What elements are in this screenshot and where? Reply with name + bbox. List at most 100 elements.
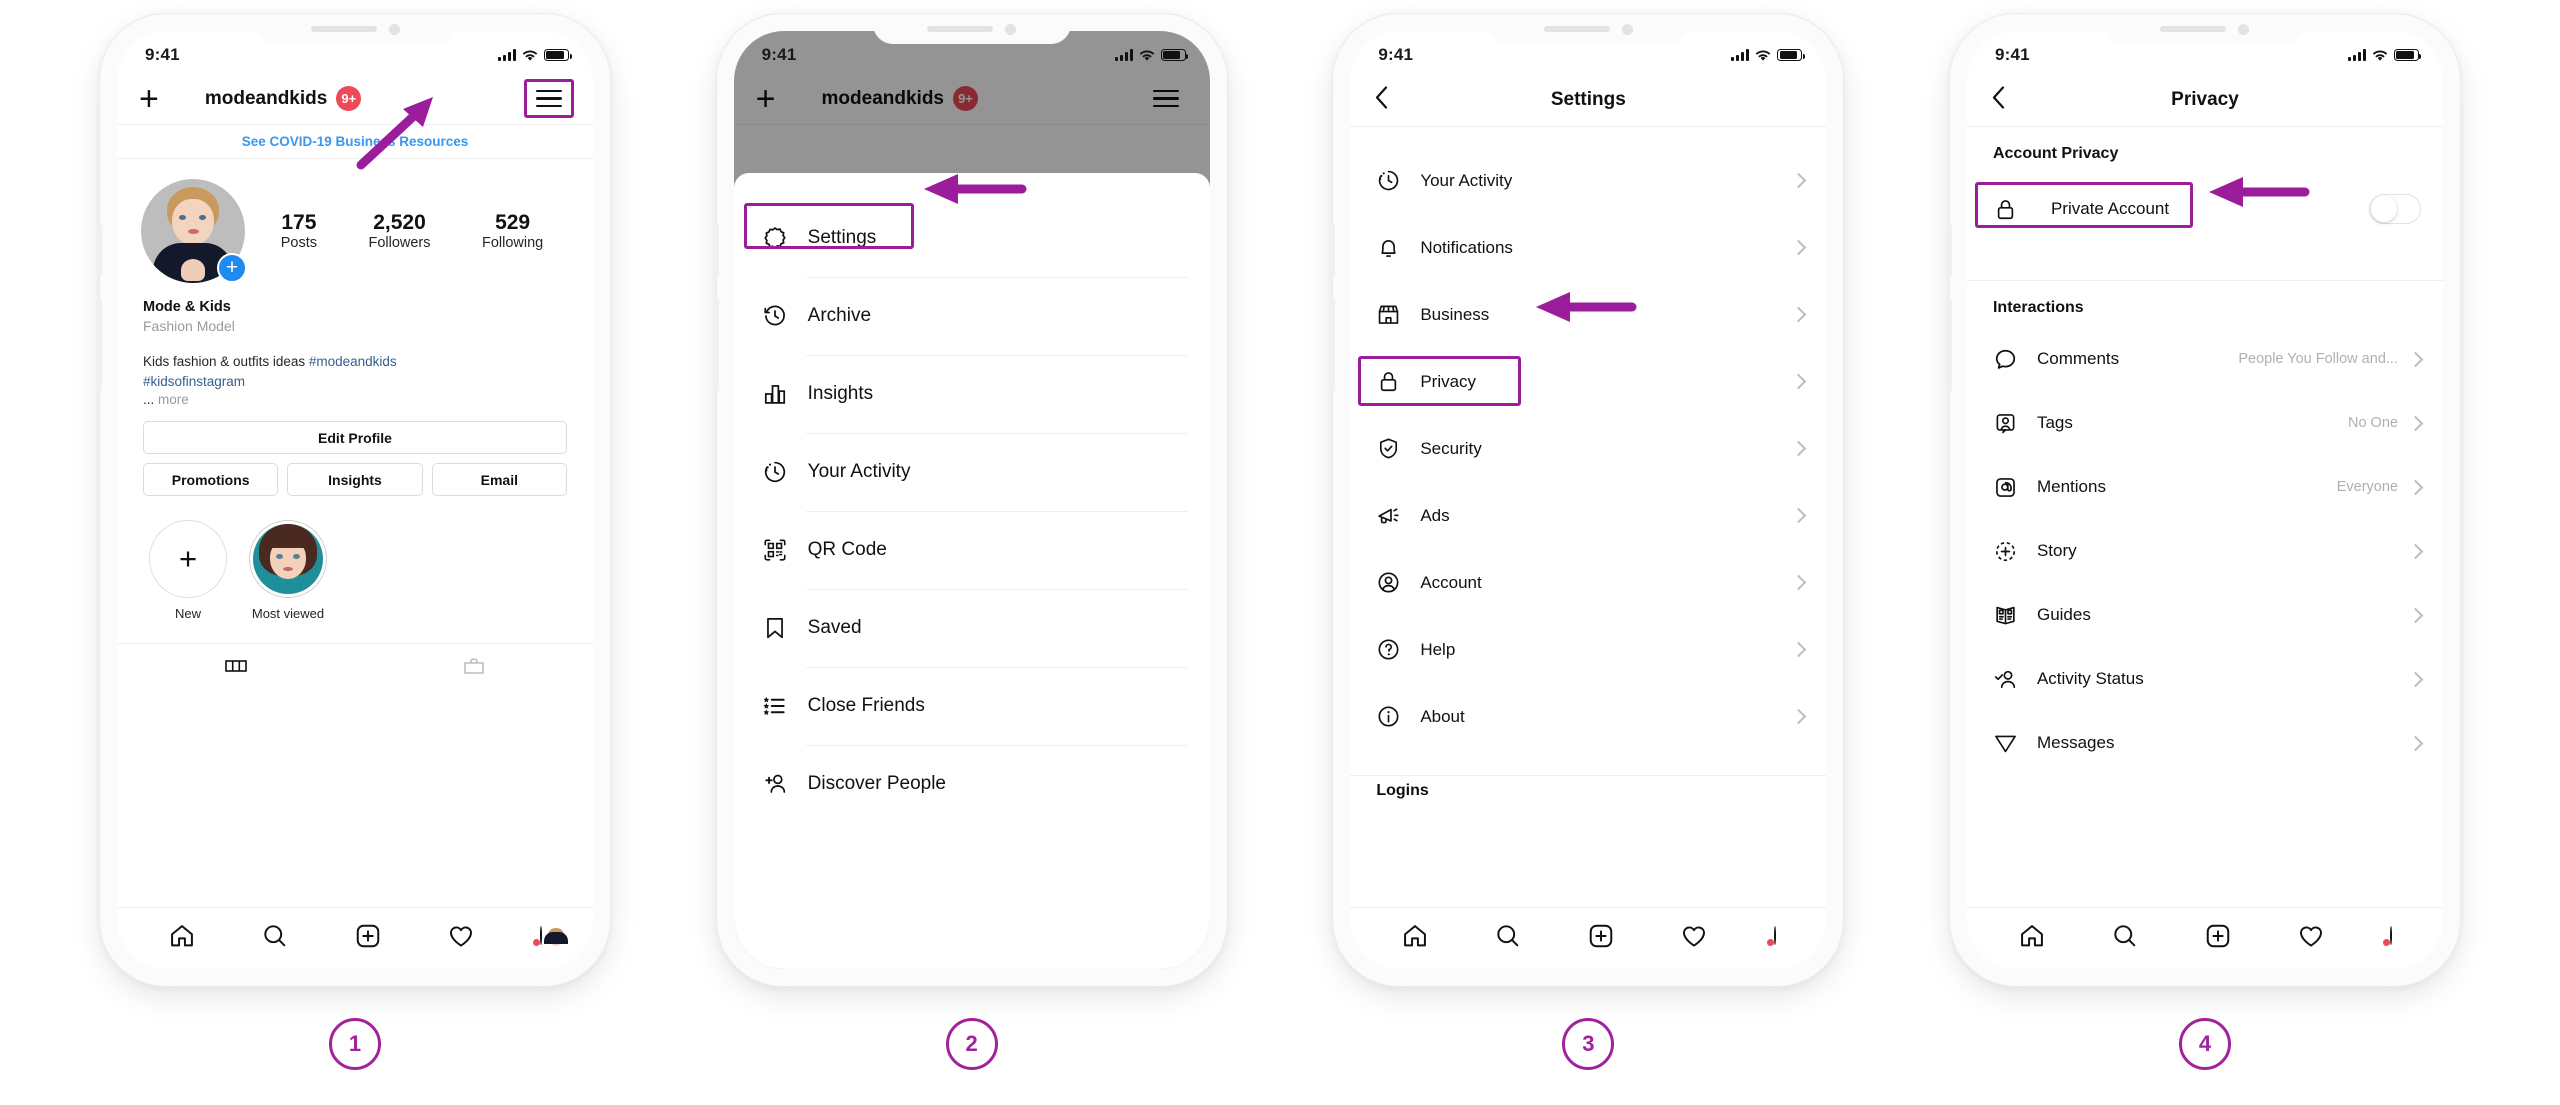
privacy-row-guides[interactable]: Guides xyxy=(1967,583,2443,647)
chevron-right-icon xyxy=(1791,708,1807,725)
shield-check-icon xyxy=(1376,436,1420,461)
add-post-icon[interactable] xyxy=(2204,922,2232,950)
menu-item-discover-people[interactable]: Discover People xyxy=(734,745,1210,823)
settings-row-ads[interactable]: Ads xyxy=(1350,482,1826,549)
lock-icon xyxy=(1376,369,1420,394)
settings-row-your-activity[interactable]: Your Activity xyxy=(1350,147,1826,214)
settings-row-label: Business xyxy=(1420,304,1490,324)
privacy-row-private-account[interactable]: Private Account xyxy=(1967,173,2443,245)
edit-profile-button[interactable]: Edit Profile xyxy=(143,421,567,455)
privacy-row-story[interactable]: Story xyxy=(1967,519,2443,583)
activity-heart-icon[interactable] xyxy=(447,922,475,950)
highlight-most-viewed[interactable]: Most viewed xyxy=(249,520,327,621)
add-post-header-icon[interactable]: + xyxy=(139,82,159,116)
status-time: 9:41 xyxy=(145,45,180,64)
stat-following[interactable]: 529 Following xyxy=(482,211,543,251)
covid-banner[interactable]: See COVID-19 Business Resources xyxy=(117,125,593,159)
email-button[interactable]: Email xyxy=(431,463,567,497)
tagged-tab-icon[interactable] xyxy=(462,654,486,678)
menu-item-archive[interactable]: Archive xyxy=(734,277,1210,355)
profile-nav-item[interactable] xyxy=(1766,925,1776,946)
bell-icon xyxy=(1376,235,1420,260)
status-time: 9:41 xyxy=(1994,45,2030,64)
privacy-nav-header: Privacy xyxy=(1966,73,2443,127)
back-button[interactable] xyxy=(1989,84,2009,115)
stat-posts[interactable]: 175 Posts xyxy=(281,211,317,251)
step-badge-2: 2 xyxy=(945,1018,998,1070)
privacy-row-messages[interactable]: Messages xyxy=(1967,711,2443,775)
add-post-icon[interactable] xyxy=(1587,922,1615,950)
menu-item-label: Discover People xyxy=(807,773,946,794)
search-icon[interactable] xyxy=(261,922,289,950)
privacy-row-activity-status[interactable]: Activity Status xyxy=(1967,647,2443,711)
activity-clock-icon xyxy=(762,459,808,485)
bottom-navigation-bar-3 xyxy=(1350,907,1827,969)
highlight-new[interactable]: + New xyxy=(149,520,227,621)
stat-posts-label: Posts xyxy=(280,235,317,252)
activity-heart-icon[interactable] xyxy=(2297,922,2325,950)
privacy-row-tags[interactable]: Tags No One xyxy=(1967,391,2443,455)
wifi-icon xyxy=(1756,50,1771,61)
activity-heart-icon[interactable] xyxy=(1680,922,1708,950)
home-icon[interactable] xyxy=(168,922,196,950)
home-icon[interactable] xyxy=(1401,922,1429,950)
profile-display-name: Mode & Kids xyxy=(143,299,231,315)
step-1-column: 9:41 + modeandkids 9+ See COVID-19 Busin… xyxy=(95,14,615,1105)
profile-username[interactable]: modeandkids xyxy=(205,88,327,110)
section-account-privacy: Account Privacy xyxy=(1992,145,2119,162)
home-icon[interactable] xyxy=(2018,922,2046,950)
next-section-label: Logins xyxy=(1376,782,1429,799)
privacy-row-comments[interactable]: Comments People You Follow and... xyxy=(1967,327,2443,391)
profile-nav-item[interactable] xyxy=(533,925,569,946)
menu-item-insights[interactable]: Insights xyxy=(734,355,1210,433)
chevron-right-icon xyxy=(2407,415,2424,431)
profile-avatar-wrap[interactable]: + xyxy=(141,179,247,283)
settings-row-security[interactable]: Security xyxy=(1350,415,1826,482)
account-circle-icon xyxy=(1376,570,1420,595)
discover-people-icon xyxy=(762,771,808,797)
section-divider xyxy=(1966,271,2443,281)
add-story-plus-icon[interactable]: + xyxy=(217,253,247,283)
back-button[interactable] xyxy=(1372,84,1392,115)
chevron-left-icon xyxy=(1992,85,2005,109)
grid-tab-icon[interactable] xyxy=(224,654,248,678)
menu-item-label: Insights xyxy=(807,383,874,404)
privacy-row-mentions[interactable]: Mentions Everyone xyxy=(1967,455,2443,519)
settings-row-about[interactable]: About xyxy=(1350,683,1826,750)
search-icon[interactable] xyxy=(1494,922,1522,950)
bio-hashtag-2[interactable]: #kidsofinstagram xyxy=(143,374,245,389)
section-interactions: Interactions xyxy=(1992,299,2084,316)
menu-item-saved[interactable]: Saved xyxy=(734,589,1210,667)
search-icon[interactable] xyxy=(2111,922,2139,950)
new-highlight-plus-icon: + xyxy=(149,520,227,599)
stat-followers[interactable]: 2,520 Followers xyxy=(368,211,430,251)
at-mention-icon xyxy=(1993,475,2037,500)
privacy-row-label: Story xyxy=(2036,541,2077,560)
bio-more-row[interactable]: ... more xyxy=(143,392,567,407)
insights-button[interactable]: Insights xyxy=(287,463,423,497)
profile-category: Fashion Model xyxy=(143,318,235,334)
profile-unread-dot xyxy=(2383,938,2391,946)
menu-item-close-friends[interactable]: Close Friends xyxy=(734,667,1210,745)
chevron-right-icon xyxy=(1791,373,1807,390)
settings-row-privacy[interactable]: Privacy xyxy=(1350,348,1826,415)
sheet-grabber[interactable] xyxy=(939,186,1004,191)
bio-hashtag-1[interactable]: #modeandkids xyxy=(309,354,397,369)
next-section-peek: Logins xyxy=(1350,776,1826,806)
settings-row-notifications[interactable]: Notifications xyxy=(1350,214,1826,281)
highlight-cover xyxy=(249,520,327,599)
settings-row-help[interactable]: Help xyxy=(1350,616,1826,683)
menu-item-label: Saved xyxy=(807,617,862,638)
add-post-icon[interactable] xyxy=(354,922,382,950)
wifi-icon xyxy=(522,50,538,61)
hamburger-menu-button[interactable] xyxy=(524,78,574,119)
settings-row-account[interactable]: Account xyxy=(1350,549,1826,616)
cellular-signal-icon xyxy=(2347,49,2366,61)
menu-item-qr-code[interactable]: QR Code xyxy=(734,511,1210,589)
profile-nav-item[interactable] xyxy=(2383,925,2393,946)
settings-row-business[interactable]: Business xyxy=(1350,281,1826,348)
promotions-button[interactable]: Promotions xyxy=(143,463,279,497)
private-account-toggle[interactable] xyxy=(2368,194,2421,224)
menu-item-your-activity[interactable]: Your Activity xyxy=(734,433,1210,511)
wifi-icon xyxy=(1139,50,1154,61)
